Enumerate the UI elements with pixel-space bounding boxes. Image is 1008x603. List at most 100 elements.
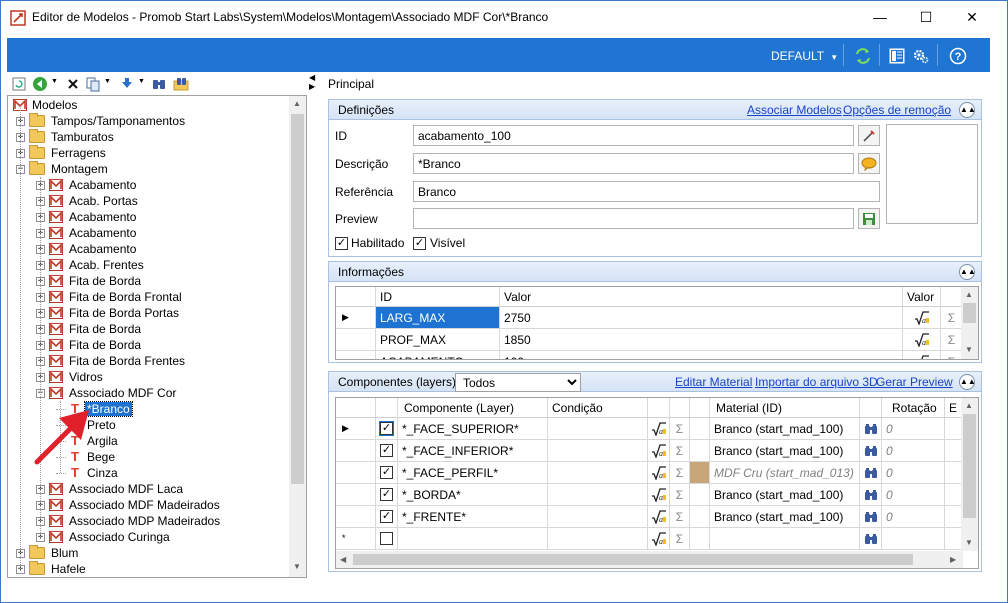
material-cell[interactable]: MDF Cru (start_mad_013) [710, 462, 860, 484]
tree-item[interactable]: − Associado MDF Cor [36, 385, 178, 401]
row-header[interactable] [336, 462, 376, 484]
rotacao-cell[interactable]: 0 [882, 484, 945, 506]
find-material-icon[interactable] [860, 418, 882, 440]
tree-item[interactable]: + Acab. Frentes [36, 257, 146, 273]
copy-icon[interactable] [85, 76, 101, 92]
opcoes-remocao-link[interactable]: Opções de remoção [843, 103, 951, 117]
tree-item[interactable]: + Acabamento [36, 225, 138, 241]
layer-enabled-checkbox[interactable]: ✓ [380, 510, 393, 523]
info-valor-cell[interactable]: 2750 [500, 307, 903, 329]
save-preview-icon[interactable] [858, 208, 880, 229]
sum-icon[interactable]: Σ [670, 462, 690, 484]
layer-cell[interactable]: *_FACE_SUPERIOR* [398, 418, 548, 440]
tree-item[interactable]: + Associado MDP Madeirados [36, 513, 222, 529]
find-material-icon[interactable] [860, 462, 882, 484]
tree-item[interactable]: + Fita de Borda Frentes [36, 353, 187, 369]
scroll-left-icon[interactable]: ◀ [340, 555, 346, 564]
minimize-button[interactable]: — [857, 1, 903, 33]
find-material-icon[interactable] [860, 440, 882, 462]
find-folder-icon[interactable] [173, 76, 189, 92]
layer-cell[interactable] [398, 528, 548, 550]
edit-id-icon[interactable] [858, 125, 880, 146]
formula-icon[interactable]: a [903, 351, 941, 359]
tree-item[interactable]: + Hafele [16, 561, 88, 577]
delete-icon[interactable] [65, 76, 81, 92]
formula-icon[interactable]: a [648, 418, 670, 440]
condicao-cell[interactable] [548, 484, 648, 506]
chevron-down-icon[interactable]: ▼ [138, 78, 145, 85]
scroll-down-icon[interactable]: ▼ [965, 345, 973, 354]
tree-item[interactable]: + Acabamento [36, 209, 138, 225]
condicao-cell[interactable] [548, 528, 648, 550]
sum-icon[interactable]: Σ [941, 351, 963, 359]
material-cell[interactable]: Branco (start_mad_100) [710, 484, 860, 506]
componentes-hscrollbar[interactable]: ◀ ▶ [336, 551, 963, 568]
layer-enabled-checkbox[interactable]: ✓ [379, 421, 394, 436]
material-cell[interactable]: Branco (start_mad_100) [710, 418, 860, 440]
row-header[interactable] [336, 351, 376, 359]
translate-icon[interactable] [858, 153, 880, 174]
descricao-input[interactable] [413, 153, 854, 174]
tree-item[interactable]: + Acabamento [36, 241, 138, 257]
scroll-thumb[interactable] [963, 414, 976, 518]
layer-cell[interactable]: *_FACE_INFERIOR* [398, 440, 548, 462]
layer-enabled-checkbox[interactable]: ✓ [380, 488, 393, 501]
scroll-up-icon[interactable]: ▲ [293, 99, 301, 108]
material-cell[interactable]: Branco (start_mad_100) [710, 506, 860, 528]
maximize-button[interactable]: ☐ [903, 1, 949, 33]
col-material-header[interactable]: Material (ID) [710, 398, 860, 418]
sum-icon[interactable]: Σ [670, 506, 690, 528]
refresh-tree-icon[interactable] [11, 76, 27, 92]
collapse-icon[interactable]: ▲▲ [959, 264, 976, 280]
tree-item[interactable]: + Acabamento [36, 177, 138, 193]
info-id-cell[interactable]: LARG_MAX [376, 307, 500, 329]
sum-icon[interactable]: Σ [941, 307, 963, 329]
informacoes-scrollbar[interactable]: ▲ ▼ [961, 287, 978, 359]
importar-3d-link[interactable]: Importar do arquivo 3D [755, 375, 878, 389]
id-input[interactable] [413, 125, 854, 146]
editar-material-link[interactable]: Editar Material [675, 375, 752, 389]
tree-item[interactable]: + Fita de Borda [36, 321, 143, 337]
tree-item[interactable]: + Associado MDF Laca [36, 481, 185, 497]
find-material-icon[interactable] [860, 484, 882, 506]
tree-item[interactable]: + Fita de Borda Portas [36, 305, 181, 321]
col-valor-header[interactable]: Valor [500, 287, 903, 307]
tree-scrollbar[interactable]: ▲ ▼ [289, 96, 306, 577]
find-material-icon[interactable] [860, 506, 882, 528]
new-row-header[interactable]: * [336, 528, 376, 550]
row-header[interactable] [336, 484, 376, 506]
layer-enabled-checkbox[interactable] [380, 532, 393, 545]
layer-cell[interactable]: *_FRENTE* [398, 506, 548, 528]
collapse-icon[interactable]: ▲▲ [959, 102, 976, 118]
principal-tab[interactable]: Principal [328, 77, 374, 91]
chevron-down-icon[interactable]: ▼ [104, 78, 111, 85]
find-material-icon[interactable] [860, 528, 882, 550]
habilitado-checkbox[interactable]: ✓ [335, 237, 348, 250]
close-button[interactable]: ✕ [949, 1, 995, 33]
row-header[interactable] [336, 440, 376, 462]
info-id-cell[interactable]: PROF_MAX [376, 329, 500, 351]
formula-icon[interactable]: a [648, 440, 670, 462]
info-id-cell[interactable]: ACABAMENTO [376, 351, 500, 359]
associar-modelos-link[interactable]: Associar Modelos [747, 103, 842, 117]
sum-icon[interactable]: Σ [941, 329, 963, 351]
scroll-thumb[interactable] [353, 554, 913, 565]
layer-filter-select[interactable]: Todos [455, 373, 581, 392]
tree-item[interactable]: + Associado MDF Madeirados [36, 497, 222, 513]
scroll-thumb[interactable] [291, 114, 304, 484]
scroll-down-icon[interactable]: ▼ [965, 538, 973, 547]
layer-enabled-checkbox[interactable]: ✓ [380, 444, 393, 457]
layer-cell[interactable]: *_BORDA* [398, 484, 548, 506]
rotacao-cell[interactable]: 0 [882, 418, 945, 440]
scroll-down-icon[interactable]: ▼ [293, 562, 301, 571]
preview-input[interactable] [413, 208, 854, 229]
tree-item[interactable]: + Fita de Borda [36, 337, 143, 353]
visivel-checkbox[interactable]: ✓ [413, 237, 426, 250]
tree-item[interactable]: + Vidros [36, 369, 105, 385]
chevron-down-icon[interactable]: ▼ [51, 78, 58, 85]
scroll-up-icon[interactable]: ▲ [965, 401, 973, 410]
sum-icon[interactable]: Σ [670, 440, 690, 462]
sum-icon[interactable]: Σ [670, 418, 690, 440]
condicao-cell[interactable] [548, 506, 648, 528]
col-id-header[interactable]: ID [376, 287, 500, 307]
